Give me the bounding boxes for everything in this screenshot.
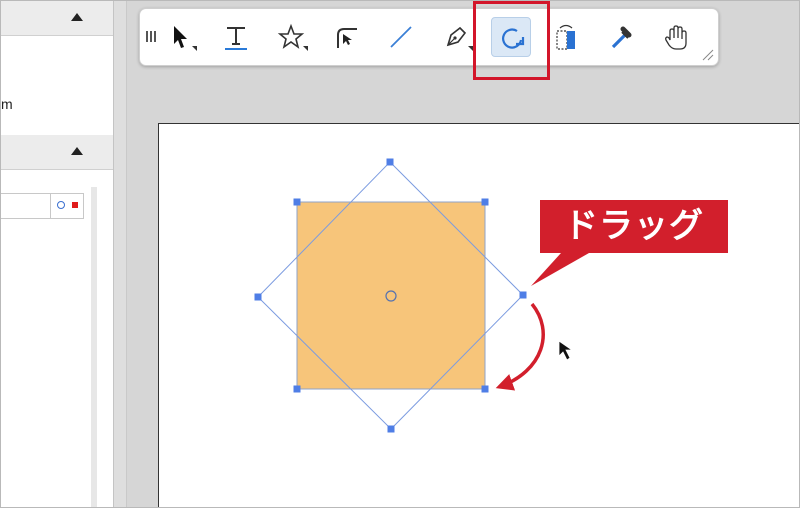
toolbar-resize-grip-icon[interactable] [702, 49, 714, 61]
square-shape[interactable] [296, 201, 486, 390]
hand-icon [665, 25, 687, 50]
eyedropper-icon [611, 26, 632, 49]
drag-arrow [495, 302, 545, 391]
mouse-cursor-icon [558, 340, 574, 361]
selection-tool-button[interactable] [162, 17, 202, 57]
transform-icon [556, 24, 575, 50]
hand-tool-button[interactable] [656, 17, 696, 57]
text-tool-button[interactable] [216, 17, 256, 57]
transform-tool-button[interactable] [546, 17, 586, 57]
eyedropper-tool-button[interactable] [601, 17, 641, 57]
drag-callout: ドラッグ [540, 200, 728, 253]
arrow-cursor-icon [174, 26, 197, 51]
text-T-icon [225, 27, 247, 50]
pen-tool-button[interactable] [436, 17, 476, 57]
toolbar-grip-icon[interactable] [146, 31, 156, 42]
tool-highlight-frame [473, 1, 550, 80]
shape-tool-button[interactable] [271, 17, 311, 57]
star-icon [277, 23, 308, 51]
pen-nib-icon [446, 26, 473, 51]
drawing-layer [254, 158, 589, 433]
corner-arrow-icon [337, 28, 357, 48]
line-icon [390, 26, 412, 48]
app-window: m ドラッグ [0, 0, 800, 508]
callout-pointer [531, 253, 589, 286]
tools-toolbar [139, 8, 719, 66]
corner-tool-button[interactable] [326, 17, 366, 57]
line-tool-button[interactable] [381, 17, 421, 57]
